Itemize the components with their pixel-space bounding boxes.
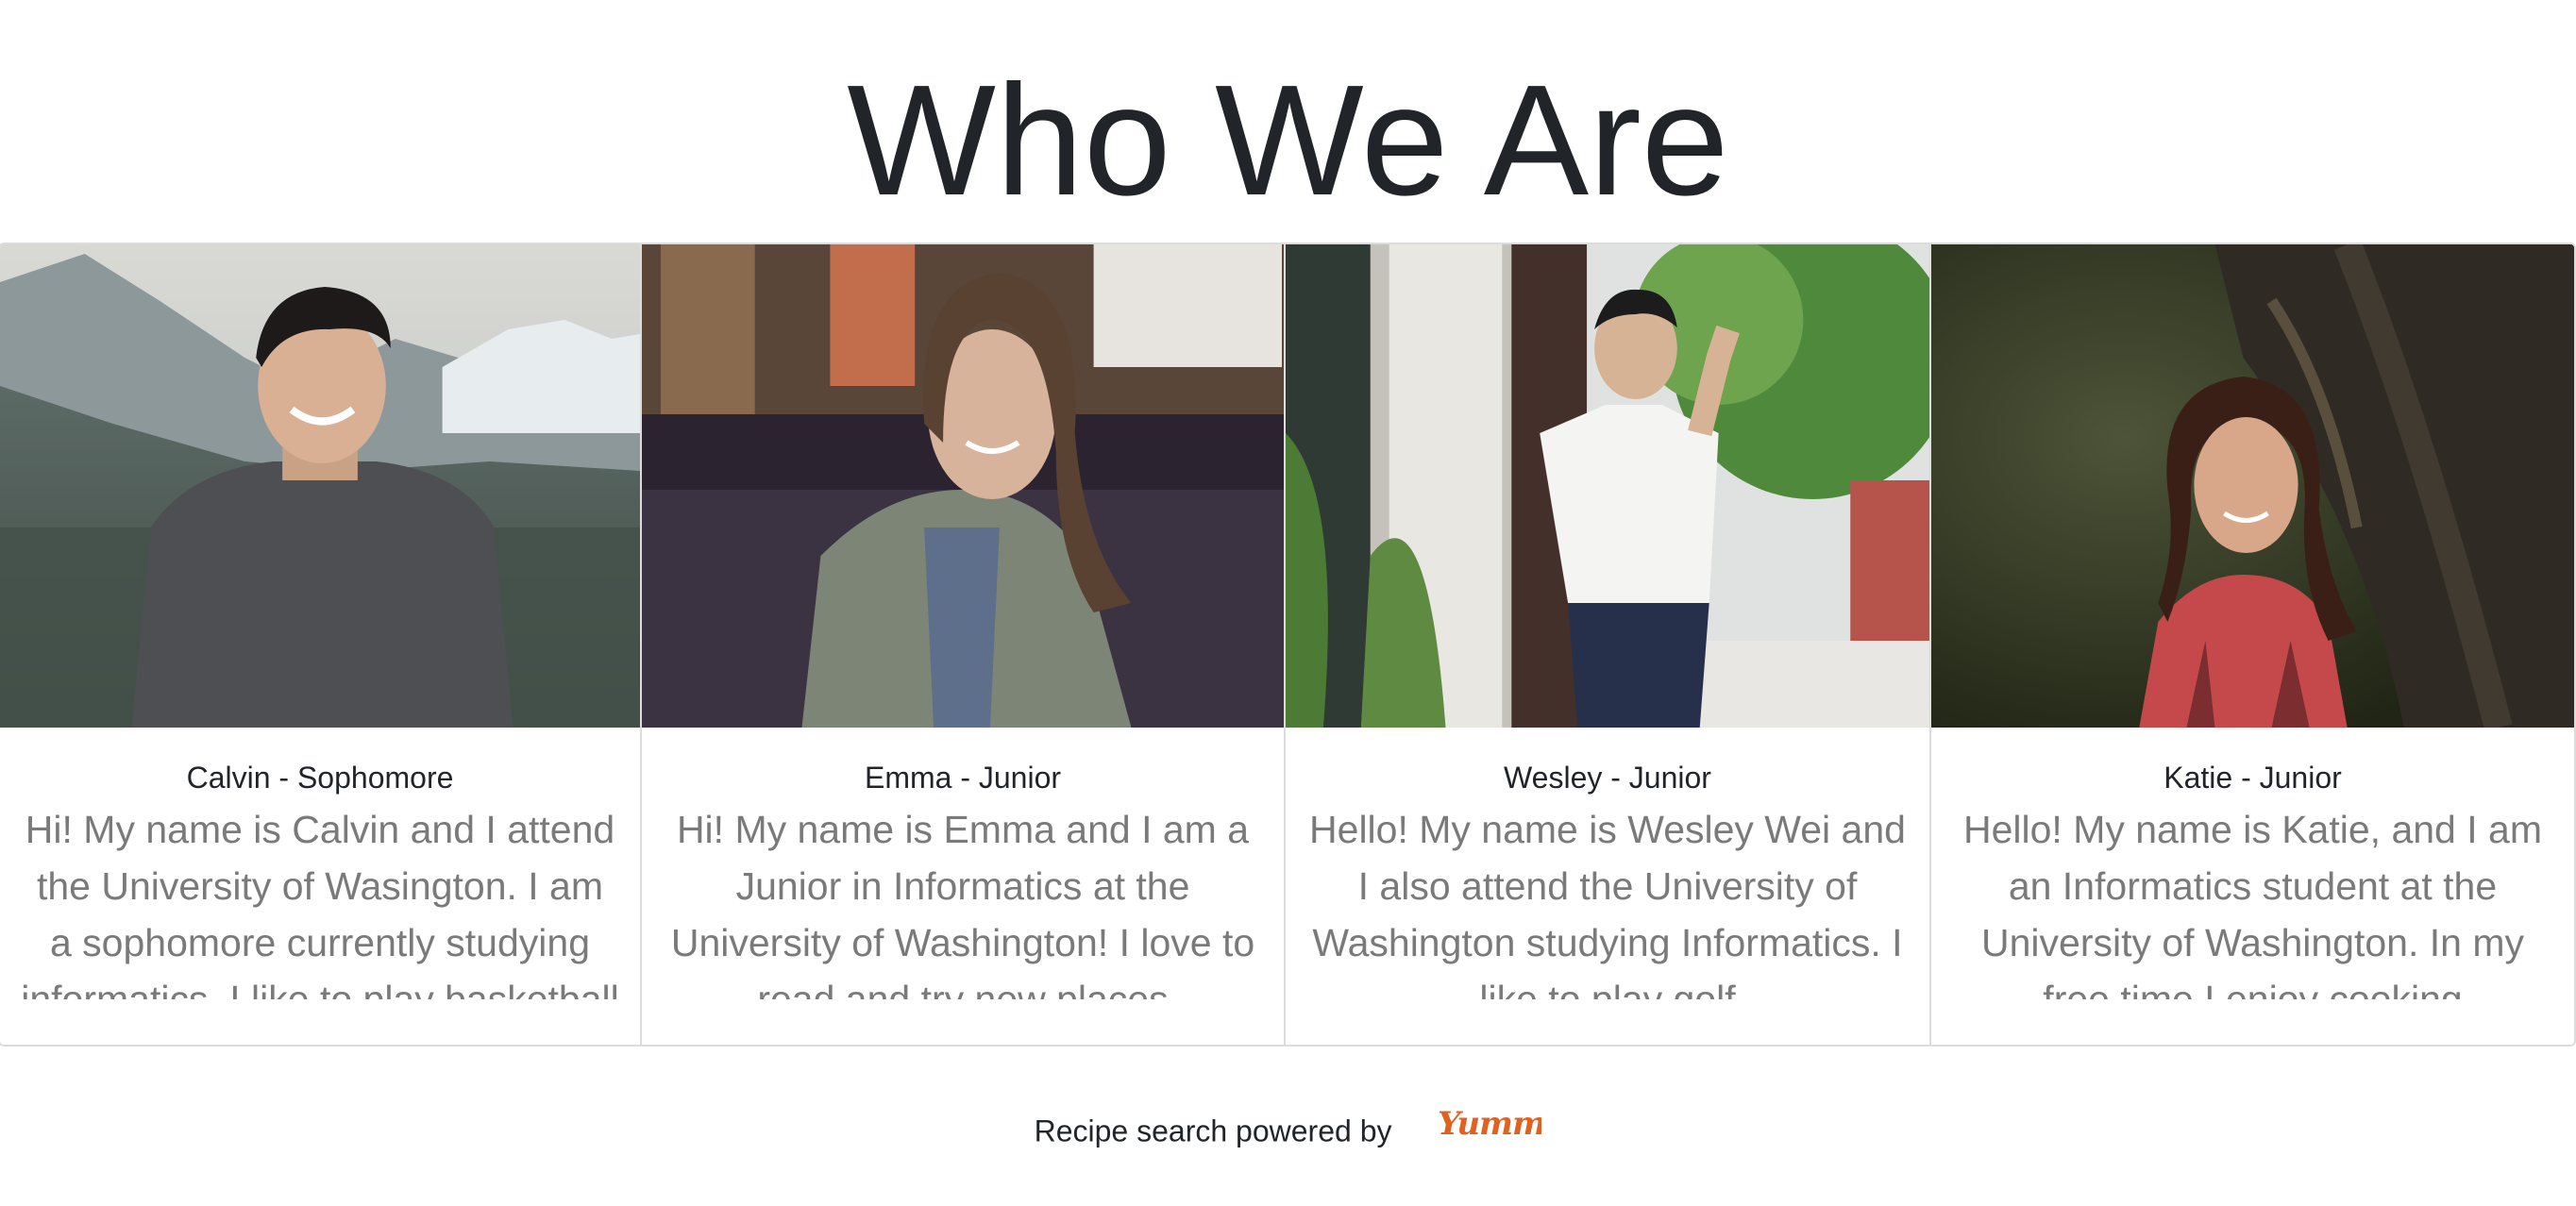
member-name: Wesley - Junior [1504,761,1711,795]
member-bio: Hi! My name is Calvin and I attend the U… [21,808,619,999]
member-bio: Hi! My name is Emma and I am a Junior in… [670,808,1255,999]
katie-photo [1931,244,2574,728]
emma-photo [642,244,1284,728]
wesley-photo [1286,244,1929,728]
yummly-logo-icon: Yummly [1438,1105,1578,1143]
yummly-logo[interactable]: Yummly [1436,1104,1578,1158]
footer: Recipe search powered by Yummly [0,1104,2576,1158]
powered-by-text: Recipe search powered by [1034,1114,1392,1148]
member-name: Emma - Junior [864,761,1062,795]
member-name: Katie - Junior [2164,761,2342,795]
team-card-deck: Calvin - Sophomore Hi! My name is Calvin… [0,243,2576,1047]
member-name: Calvin - Sophomore [186,761,454,795]
team-card-wesley: Wesley - Junior Hello! My name is Wesley… [1286,244,1931,1045]
calvin-photo [0,244,640,728]
member-bio: Hello! My name is Wesley Wei and I also … [1309,808,1906,999]
page-title: Who We Are [847,53,1729,228]
svg-text:Yummly: Yummly [1438,1105,1541,1143]
team-card-calvin: Calvin - Sophomore Hi! My name is Calvin… [0,244,642,1045]
team-card-emma: Emma - Junior Hi! My name is Emma and I … [642,244,1286,1045]
team-card-katie: Katie - Junior Hello! My name is Katie, … [1931,244,2574,1045]
member-bio: Hello! My name is Katie, and I am an Inf… [1963,808,2542,999]
